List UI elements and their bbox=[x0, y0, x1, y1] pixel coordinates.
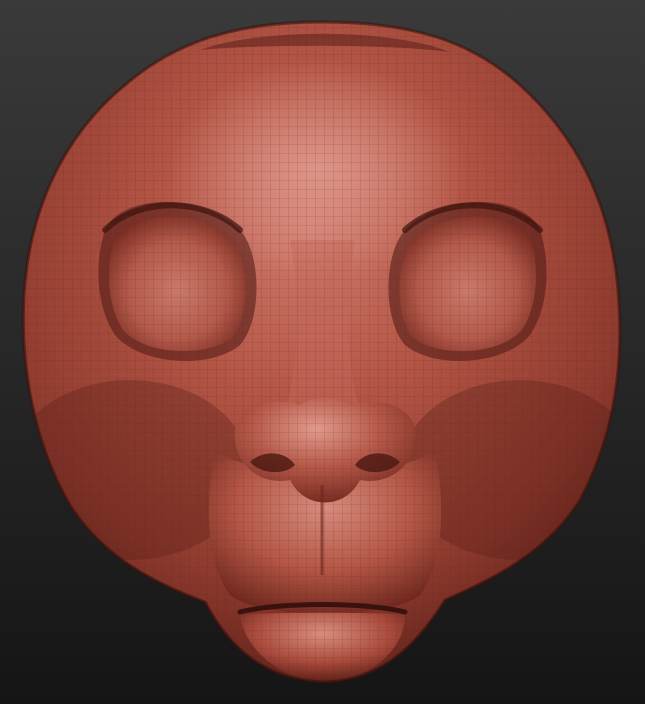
viewport-canvas[interactable] bbox=[0, 0, 645, 704]
sculpt-viewport[interactable] bbox=[0, 0, 645, 704]
